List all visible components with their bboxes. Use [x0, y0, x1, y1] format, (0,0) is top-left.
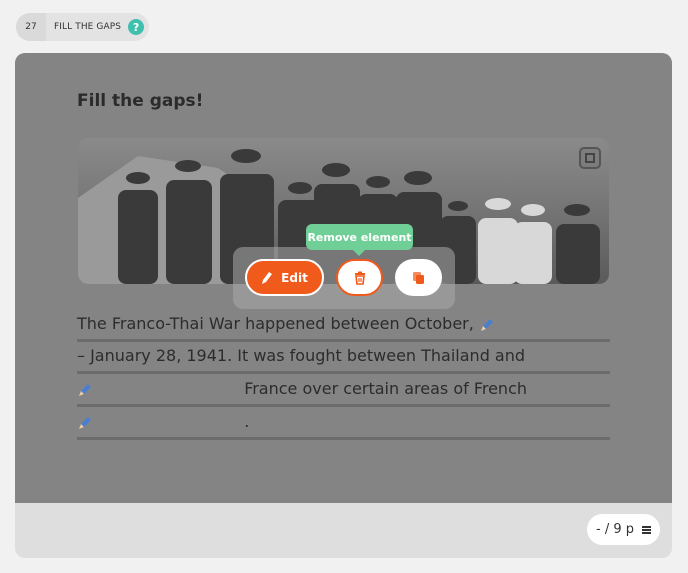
remove-element-tooltip: Remove element [306, 224, 413, 256]
edit-button[interactable]: Edit [245, 259, 324, 296]
menu-icon [642, 525, 651, 534]
edit-button-label: Edit [281, 270, 308, 285]
copy-button[interactable] [395, 259, 442, 296]
help-icon[interactable]: ? [128, 19, 145, 35]
pencil-icon [262, 271, 273, 284]
trash-icon [354, 271, 365, 285]
element-toolbar: Edit [233, 247, 455, 309]
gap-line-1: The Franco-Thai War happened between Oct… [77, 309, 610, 342]
exercise-number: 27 [16, 13, 46, 41]
gap-line-3: France over certain areas of French [77, 374, 610, 407]
fullscreen-icon[interactable] [579, 147, 601, 169]
exercise-content: Fill the gaps! The Franco-Thai War happe… [15, 53, 672, 503]
exercise-card: Fill the gaps! The Franco-Thai War happe… [15, 53, 672, 558]
delete-button[interactable] [336, 259, 383, 296]
gap-line-text-3: France over certain areas of French [244, 379, 528, 398]
copy-icon [412, 271, 424, 284]
exercise-type-label: FILL THE GAPS [54, 22, 122, 32]
page-indicator[interactable]: - / 9 p [587, 514, 660, 545]
gap-pencil-icon[interactable] [479, 317, 495, 333]
gap-pencil-icon[interactable] [77, 382, 93, 398]
gap-line-text-1: The Franco-Thai War happened between Oct… [77, 314, 474, 333]
gap-pencil-icon[interactable] [77, 415, 93, 431]
gap-line-text-4: . [244, 412, 250, 431]
exercise-header-pill: 27 FILL THE GAPS ? [16, 13, 149, 41]
gap-line-4: . [77, 407, 610, 440]
gap-line-text-2: – January 28, 1941. It was fought betwee… [77, 346, 526, 365]
exercise-title: Fill the gaps! [77, 91, 204, 111]
gap-line-2: – January 28, 1941. It was fought betwee… [77, 341, 610, 374]
page-indicator-text: - / 9 p [596, 522, 634, 537]
